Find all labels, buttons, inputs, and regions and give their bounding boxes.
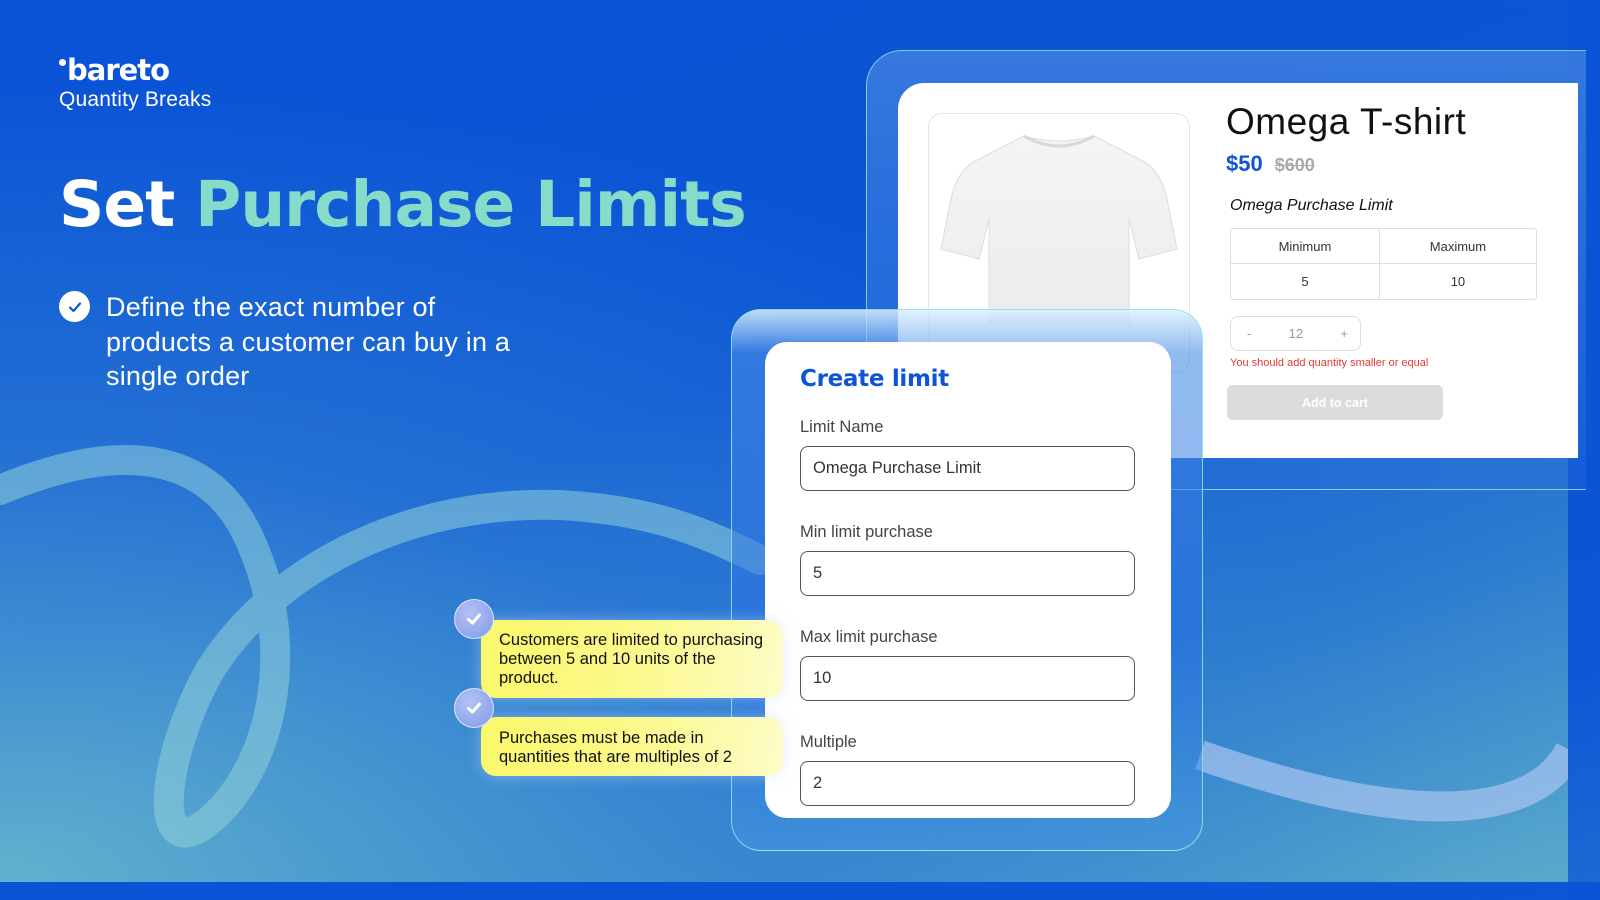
- headline-part1: Set: [59, 168, 196, 241]
- limit-header-maximum: Maximum: [1379, 229, 1536, 264]
- quantity-error-message: You should add quantity smaller or equal: [1230, 357, 1429, 369]
- logo-dot-icon: [59, 59, 66, 66]
- increase-quantity-button[interactable]: +: [1340, 326, 1348, 341]
- feature-text: Define the exact number of products a cu…: [106, 292, 511, 391]
- add-to-cart-button[interactable]: Add to cart: [1227, 385, 1443, 420]
- quantity-stepper[interactable]: - 12 +: [1230, 316, 1361, 351]
- quantity-value[interactable]: 12: [1289, 326, 1303, 341]
- check-icon: [454, 599, 494, 639]
- limit-maximum-value: 10: [1450, 274, 1466, 289]
- max-limit-label: Max limit purchase: [800, 628, 938, 646]
- check-icon: [454, 688, 494, 728]
- max-limit-input[interactable]: 10: [800, 656, 1135, 701]
- limit-table-row: 5 10: [1231, 264, 1536, 299]
- headline: Set Purchase Limits: [59, 168, 747, 241]
- original-price: $600: [1274, 155, 1315, 175]
- check-circle-icon: [59, 291, 90, 322]
- limit-table: Minimum Maximum 5 10: [1230, 228, 1537, 300]
- limit-table-header: Minimum Maximum: [1231, 229, 1536, 264]
- note-multiple: Purchases must be made in quantities tha…: [481, 717, 783, 776]
- limit-title: Omega Purchase Limit: [1230, 197, 1393, 214]
- bareto-logo: bareto: [59, 54, 211, 86]
- create-limit-form: Create limit Limit Name Omega Purchase L…: [765, 342, 1171, 818]
- product-name: Quantity Breaks: [59, 88, 212, 111]
- sale-price: $50: [1226, 151, 1263, 176]
- note-limit-range: Customers are limited to purchasing betw…: [481, 620, 783, 698]
- logo-text: bareto: [67, 53, 170, 87]
- tshirt-icon: [940, 134, 1178, 324]
- form-title: Create limit: [800, 366, 949, 392]
- price-row: $50 $600: [1226, 151, 1315, 177]
- headline-accent: Purchase Limits: [195, 168, 747, 241]
- limit-minimum-value: 5: [1231, 264, 1380, 299]
- limit-name-label: Limit Name: [800, 418, 884, 436]
- min-limit-label: Min limit purchase: [800, 523, 933, 541]
- multiple-input[interactable]: 2: [800, 761, 1135, 806]
- min-limit-input[interactable]: 5: [800, 551, 1135, 596]
- brand: bareto Quantity Breaks: [59, 54, 211, 112]
- product-title: Omega T-shirt: [1226, 101, 1467, 142]
- feature-item: Define the exact number of products a cu…: [59, 290, 526, 394]
- multiple-label: Multiple: [800, 733, 857, 751]
- limit-name-input[interactable]: Omega Purchase Limit: [800, 446, 1135, 491]
- decrease-quantity-button[interactable]: -: [1247, 326, 1251, 341]
- limit-header-minimum: Minimum: [1231, 229, 1380, 264]
